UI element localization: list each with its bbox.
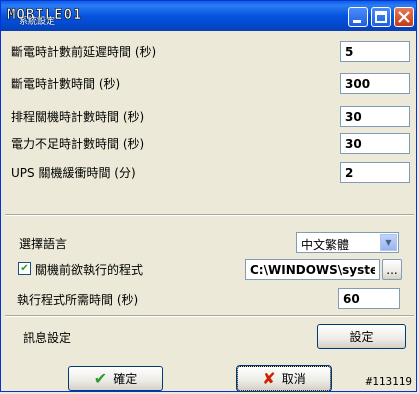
- timer-label-lowpower: 電力不足時計數時間 (秒): [11, 137, 145, 151]
- browse-button-label: ...: [386, 262, 398, 277]
- chevron-down-icon[interactable]: ▼: [380, 234, 397, 251]
- exec-time-input[interactable]: [338, 288, 400, 309]
- timer-input-countdown[interactable]: [340, 73, 410, 94]
- pre-shutdown-label: 關機前欲執行的程式: [35, 263, 144, 277]
- pre-shutdown-path-input[interactable]: [245, 259, 380, 280]
- divider: [5, 315, 414, 317]
- timer-input-lowpower[interactable]: [340, 133, 410, 154]
- close-icon: [398, 11, 410, 23]
- timer-label-schedule: 排程關機時計數時間 (秒): [11, 110, 145, 124]
- maximize-button[interactable]: [371, 7, 391, 27]
- message-settings-button[interactable]: 設定: [317, 324, 406, 349]
- minimize-icon: [353, 20, 361, 23]
- message-settings-button-label: 設定: [349, 330, 374, 344]
- timer-label-countdown: 斷電時計數時間 (秒): [11, 77, 121, 91]
- pre-shutdown-checkbox[interactable]: ✔: [18, 262, 31, 275]
- message-label: 訊息設定: [23, 331, 72, 345]
- timer-label-ups-buffer: UPS 關機緩衝時間 (分): [11, 166, 136, 180]
- cancel-button[interactable]: ✘ 取消: [236, 365, 332, 392]
- cross-icon: ✘: [262, 369, 276, 388]
- timer-input-delay[interactable]: [340, 41, 410, 62]
- maximize-icon: [375, 11, 387, 23]
- close-button[interactable]: [394, 7, 414, 27]
- check-icon: ✔: [93, 369, 108, 388]
- timer-input-schedule[interactable]: [340, 106, 410, 127]
- language-selected: 中文繁體: [301, 238, 350, 252]
- window-title: 系統設定: [19, 17, 56, 27]
- language-label: 選擇語言: [19, 237, 68, 251]
- ok-button[interactable]: ✔ 確定: [68, 366, 163, 391]
- settings-window: MOBILE01 系統設定 斷電時計數前延遲時間 (秒) 斷電時計數時間 (秒)…: [0, 0, 417, 392]
- timer-label-delay: 斷電時計數前延遲時間 (秒): [11, 45, 157, 59]
- divider: [5, 214, 414, 216]
- browse-button[interactable]: ...: [382, 259, 402, 280]
- title-bar: MOBILE01 系統設定: [1, 1, 416, 31]
- ok-button-label: 確定: [113, 372, 138, 386]
- timer-input-ups-buffer[interactable]: [340, 162, 410, 183]
- watermark: #113119: [365, 375, 412, 388]
- minimize-button[interactable]: [348, 7, 368, 27]
- cancel-button-label: 取消: [281, 372, 306, 386]
- exec-time-label: 執行程式所需時間 (秒): [17, 293, 139, 307]
- language-select[interactable]: 中文繁體 ▼: [296, 232, 399, 253]
